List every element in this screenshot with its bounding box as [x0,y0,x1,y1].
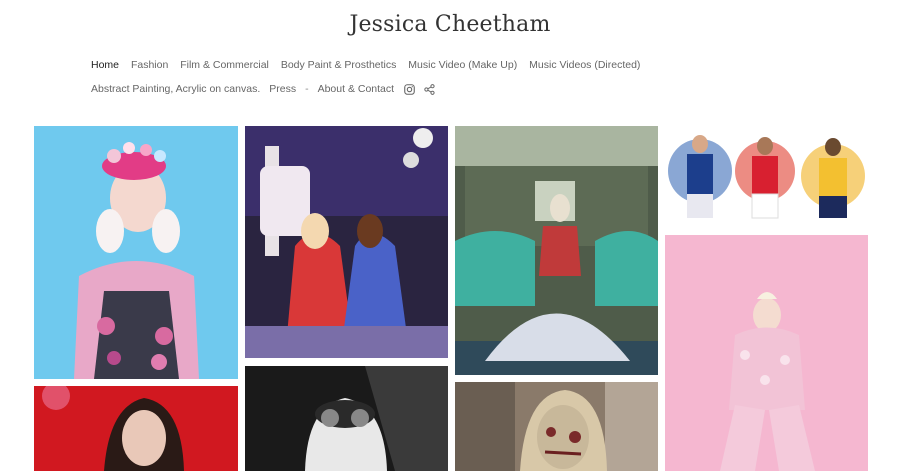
gallery-image-footballers-paint[interactable] [665,126,868,228]
nav-about-contact[interactable]: About & Contact [318,83,394,95]
nav-home[interactable]: Home [91,59,119,71]
nav-separator: - [305,83,309,95]
nav-film-commercial[interactable]: Film & Commercial [180,59,269,71]
nav-body-paint[interactable]: Body Paint & Prosthetics [281,59,397,71]
share-icon[interactable] [423,83,435,95]
gallery-image-zombie-makeup[interactable] [455,382,658,471]
nav-music-videos-directed[interactable]: Music Videos (Directed) [529,59,640,71]
nav-press[interactable]: Press [269,83,296,95]
gallery-image-red-bg-portrait[interactable] [34,386,238,471]
main-nav-row-1: Home Fashion Film & Commercial Body Pain… [91,59,649,71]
nav-music-video-makeup[interactable]: Music Video (Make Up) [408,59,517,71]
nav-fashion[interactable]: Fashion [131,59,168,71]
gallery-image-pink-fashion-figure[interactable] [665,235,868,471]
gallery-image-stage-performers[interactable] [245,126,448,358]
instagram-icon[interactable] [403,83,415,95]
site-title[interactable]: Jessica Cheetham [0,12,900,37]
gallery-image-ornate-room-gown[interactable] [455,126,658,375]
gallery-image-bw-portrait[interactable] [245,366,448,471]
main-nav-row-2: Abstract Painting, Acrylic on canvas. Pr… [91,83,443,95]
gallery-image-portrait-pink-hat[interactable] [34,126,238,379]
nav-abstract-painting[interactable]: Abstract Painting, Acrylic on canvas. [91,83,260,95]
